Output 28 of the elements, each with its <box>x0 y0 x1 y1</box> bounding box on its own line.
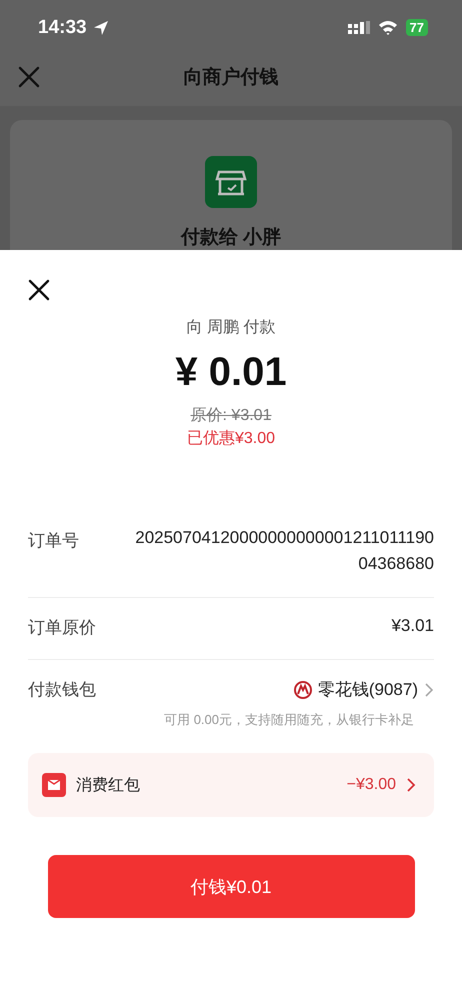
discount-text: 已优惠¥3.00 <box>186 428 276 449</box>
wifi-icon <box>378 20 398 36</box>
page-title: 向商户付钱 <box>182 66 280 90</box>
signal-icon <box>348 20 370 35</box>
location-arrow-icon <box>92 20 109 36</box>
close-icon[interactable] <box>28 279 50 301</box>
coupon-row[interactable]: 消费红包 −¥3.00 <box>28 753 434 817</box>
payee-name: 付款给 小胖 <box>180 226 282 250</box>
battery-level: 77 <box>406 19 428 36</box>
envelope-icon <box>42 773 66 797</box>
chevron-right-icon <box>406 777 416 793</box>
payee-line: 向 周鹏 付款 <box>186 318 276 338</box>
store-icon <box>205 156 257 208</box>
pay-button[interactable]: 付钱¥0.01 <box>48 855 414 918</box>
wallet-note: 可用 0.00元，支持随用随充，从银行卡补足 <box>163 711 414 729</box>
bank-logo-icon <box>294 680 312 698</box>
row-value: 2025070412000000000000121101119004368680 <box>134 527 434 575</box>
clock-time: 14:33 <box>38 16 87 39</box>
payment-amount: ¥ 0.01 <box>175 350 287 395</box>
coupon-label: 消费红包 <box>76 776 141 796</box>
original-price: 原价: ¥3.01 <box>190 406 272 426</box>
coupon-amount: −¥3.00 <box>346 776 396 794</box>
row-label: 订单原价 <box>28 617 96 639</box>
row-label: 订单号 <box>28 530 79 552</box>
row-label: 付款钱包 <box>28 679 96 701</box>
row-value: ¥3.01 <box>391 616 434 636</box>
wallet-name[interactable]: 零花钱(9087) <box>318 678 418 701</box>
chevron-right-icon[interactable] <box>424 682 434 698</box>
